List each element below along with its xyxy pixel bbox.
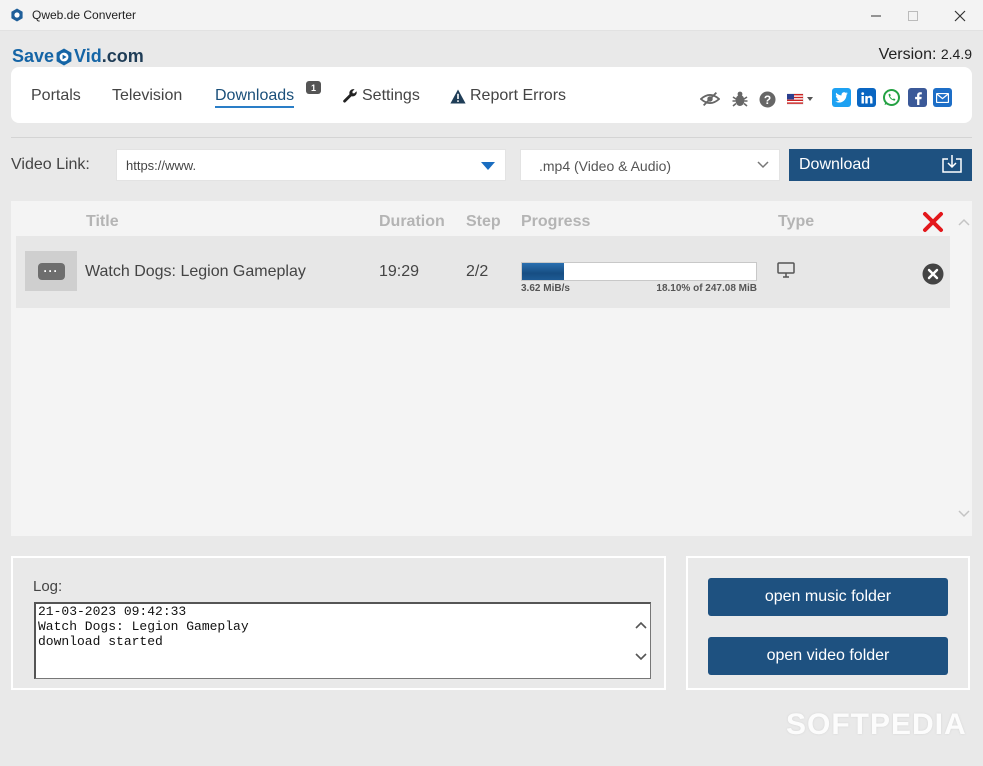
download-progress-bar [521,262,757,281]
warning-icon [450,89,466,103]
nav-downloads[interactable]: Downloads [215,87,295,108]
version-number: 2.4.9 [940,46,972,62]
softpedia-watermark: SOFTPEDIA [786,708,967,741]
logo-play-icon [56,48,72,65]
column-header-progress: Progress [521,213,591,230]
url-history-dropdown-icon[interactable] [481,162,495,170]
table-scroll-up-icon[interactable] [957,215,971,229]
log-content: 21-03-2023 09:42:33 Watch Dogs: Legion G… [38,604,249,649]
video-link-label: Video Link: [11,156,90,173]
format-select[interactable]: .mp4 (Video & Audio) [520,149,780,181]
close-icon [954,10,966,21]
window-title: Qweb.de Converter [32,8,137,22]
download-tray-icon [942,155,962,173]
logo-vid-text: Vid [74,46,102,66]
log-panel: Log: 21-03-2023 09:42:33 Watch Dogs: Leg… [11,556,666,690]
download-button-label: Download [799,156,871,173]
download-row[interactable]: ··· Watch Dogs: Legion Gameplay 19:29 2/… [16,236,950,308]
minimize-icon [871,15,881,16]
linkedin-share[interactable] [857,88,876,107]
help-icon: ? [759,91,775,107]
wrench-icon [343,89,357,103]
column-header-title: Title [86,213,119,230]
facebook-icon [914,91,922,105]
open-video-folder-button[interactable]: open video folder [708,637,948,675]
help-button[interactable]: ? [757,89,777,109]
video-url-input[interactable]: https://www. [116,149,506,181]
download-title: Watch Dogs: Legion Gameplay [85,263,306,280]
open-music-folder-button[interactable]: open music folder [708,578,948,616]
downloads-table: Title Duration Step Progress Type ··· Wa… [11,201,972,536]
format-selected-value: .mp4 (Video & Audio) [539,158,672,174]
nav-portals[interactable]: Portals [31,87,81,105]
logo-com-text: .com [101,46,144,66]
log-label: Log: [33,578,63,595]
folders-panel: open music folder open video folder [686,556,970,690]
nav-settings-label: Settings [362,87,420,104]
linkedin-icon [860,91,872,103]
column-header-type: Type [778,213,815,230]
eye-slash-icon [700,91,720,107]
twitter-share[interactable] [832,88,851,107]
email-share[interactable] [933,88,952,107]
download-duration: 19:29 [379,263,420,280]
column-header-step: Step [466,213,501,230]
savevid-logo[interactable]: Save Vid .com [12,46,144,67]
download-progress-fill [522,263,565,280]
debug-button[interactable] [730,89,750,109]
table-scroll-down-icon[interactable] [957,507,971,521]
log-scroll-down-icon[interactable] [634,650,648,664]
whatsapp-icon [883,89,900,106]
version-label: Version: 2.4.9 [878,46,972,63]
nav-report-errors[interactable]: Report Errors [450,87,566,105]
nav-report-errors-label: Report Errors [470,87,567,104]
logo-save-text: Save [12,46,55,66]
nav-television[interactable]: Television [112,87,182,105]
header-divider [11,137,972,138]
video-thumbnail: ··· [25,251,77,291]
remove-all-icon[interactable] [922,211,944,233]
language-select[interactable] [787,89,815,109]
close-window-button[interactable] [937,0,983,31]
download-progress-text: 18.10% of 247.08 MiB [656,283,757,294]
cancel-download-icon[interactable] [922,263,944,285]
thumbnail-placeholder-icon: ··· [37,262,65,280]
bug-icon [732,91,748,107]
window-titlebar: Qweb.de Converter [0,0,983,31]
maximize-button[interactable] [890,0,936,31]
hide-toggle[interactable] [700,89,720,109]
app-icon [11,8,23,22]
video-url-value: https://www. [126,158,197,173]
email-icon [936,92,949,103]
twitter-icon [835,92,848,103]
nav-bar: Portals Television Downloads 1 Settings … [11,67,972,123]
whatsapp-share[interactable] [882,88,901,107]
log-scroll-up-icon[interactable] [634,618,648,632]
maximize-icon [908,10,918,21]
chevron-down-icon [757,161,769,169]
download-step: 2/2 [466,263,489,280]
log-textarea[interactable]: 21-03-2023 09:42:33 Watch Dogs: Legion G… [34,602,651,679]
download-button[interactable]: Download [789,149,972,181]
monitor-icon [777,262,795,278]
column-header-duration: Duration [379,213,445,230]
facebook-share[interactable] [908,88,927,107]
downloads-count-badge: 1 [306,81,321,94]
nav-settings[interactable]: Settings [342,87,420,105]
flag-us-icon [787,93,813,105]
svg-text:?: ? [763,93,770,107]
